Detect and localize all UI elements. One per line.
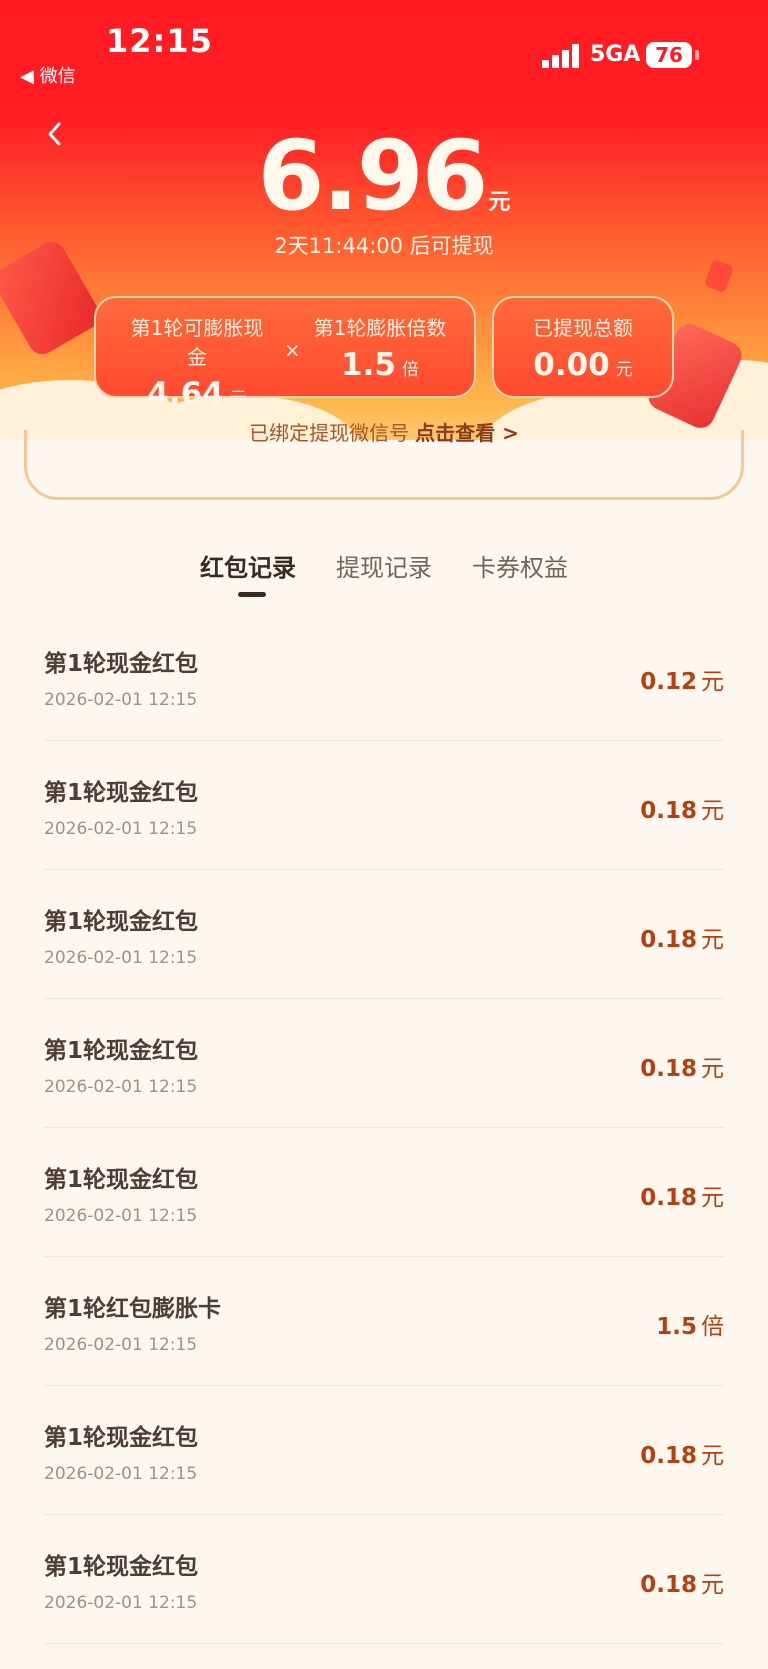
record-date: 2026-02-01 12:15 <box>44 1206 198 1226</box>
record-title: 第1轮红包膨胀卡 <box>44 1296 222 1322</box>
record-amount: 1.5 倍 <box>656 1314 724 1340</box>
expansion-multiplier-label: 第1轮膨胀倍数 <box>313 316 447 340</box>
back-to-app-link[interactable]: ◀ 微信 <box>20 62 76 88</box>
expandable-cash-value: 4.64 元 <box>147 376 247 412</box>
record-date: 2026-02-01 12:15 <box>44 1464 198 1484</box>
record-title: 第1轮现金红包 <box>44 1167 199 1193</box>
record-title: 第1轮现金红包 <box>44 780 199 806</box>
record-amount: 0.18 元 <box>640 1443 724 1469</box>
list-item[interactable]: 第1轮现金红包 2026-02-01 12:15 0.18 元 <box>44 741 724 870</box>
multiply-sign: × <box>284 338 301 362</box>
tab-red-packet-records[interactable]: 红包记录 <box>200 548 296 583</box>
expansion-multiplier-value: 1.5 倍 <box>341 347 419 383</box>
withdrawn-total-value: 0.00 元 <box>533 347 633 383</box>
red-envelope-icon <box>703 259 735 293</box>
battery-tip <box>695 50 699 60</box>
status-bar: 12:15 ◀ 微信 5GA 76 <box>0 0 768 100</box>
bound-wechat-row: 已绑定提现微信号 点击查看 > <box>0 417 768 446</box>
bound-wechat-text: 已绑定提现微信号 <box>249 421 410 445</box>
list-item[interactable]: 第1轮现金红包 2026-02-01 12:15 0.18 元 <box>44 1515 724 1644</box>
withdrawn-total-label: 已提现总额 <box>533 316 633 340</box>
view-wechat-link[interactable]: 点击查看 > <box>415 421 519 445</box>
withdraw-countdown: 2天11:44:00 后可提现 <box>274 234 494 258</box>
record-date: 2026-02-01 12:15 <box>44 1077 198 1097</box>
tab-withdraw-records[interactable]: 提现记录 <box>336 548 432 583</box>
record-date: 2026-02-01 12:15 <box>44 948 198 968</box>
record-tabs: 红包记录 提现记录 卡券权益 <box>0 548 768 598</box>
withdrawn-total: 已提现总额 0.00 元 <box>494 312 672 383</box>
list-item[interactable]: 第1轮现金红包 2026-02-01 12:15 0.12 元 <box>44 612 724 741</box>
active-tab-indicator <box>238 592 266 597</box>
balance-unit: 元 <box>488 190 511 215</box>
expandable-cash: 第1轮可膨胀现金 4.64 元 <box>122 312 272 412</box>
record-amount: 0.18 元 <box>640 1572 724 1598</box>
record-title: 第1轮现金红包 <box>44 651 199 677</box>
record-title: 第1轮现金红包 <box>44 1425 199 1451</box>
signal-bars-icon <box>542 44 582 68</box>
battery-icon: 76 <box>646 42 692 68</box>
tab-coupon-benefits[interactable]: 卡券权益 <box>472 548 568 583</box>
record-amount: 0.18 元 <box>640 1185 724 1211</box>
record-list: 第1轮现金红包 2026-02-01 12:15 0.12 元 第1轮现金红包 2… <box>44 612 724 1644</box>
record-title: 第1轮现金红包 <box>44 909 199 935</box>
record-title: 第1轮现金红包 <box>44 1554 199 1580</box>
expansion-multiplier: 第1轮膨胀倍数 1.5 倍 <box>310 312 450 383</box>
expandable-cash-label: 第1轮可膨胀现金 <box>130 316 264 369</box>
list-item[interactable]: 第1轮现金红包 2026-02-01 12:15 0.18 元 <box>44 870 724 999</box>
balance-value: 6.96 <box>257 120 489 232</box>
record-date: 2026-02-01 12:15 <box>44 819 198 839</box>
record-amount: 0.18 元 <box>640 798 724 824</box>
record-date: 2026-02-01 12:15 <box>44 1335 198 1355</box>
withdrawn-total-card: 已提现总额 0.00 元 <box>492 296 674 398</box>
record-amount: 0.12 元 <box>640 669 724 695</box>
list-item[interactable]: 第1轮红包膨胀卡 2026-02-01 12:15 1.5 倍 <box>44 1257 724 1386</box>
record-date: 2026-02-01 12:15 <box>44 1593 198 1613</box>
record-amount: 0.18 元 <box>640 1056 724 1082</box>
record-date: 2026-02-01 12:15 <box>44 690 198 710</box>
list-item[interactable]: 第1轮现金红包 2026-02-01 12:15 0.18 元 <box>44 999 724 1128</box>
expansion-card: 第1轮可膨胀现金 4.64 元 × 第1轮膨胀倍数 1.5 倍 <box>94 296 476 412</box>
list-item[interactable]: 第1轮现金红包 2026-02-01 12:15 0.18 元 <box>44 1386 724 1515</box>
record-title: 第1轮现金红包 <box>44 1038 199 1064</box>
record-amount: 0.18 元 <box>640 927 724 953</box>
network-type: 5GA <box>590 42 641 67</box>
balance-amount: 6.96元 <box>0 126 768 226</box>
list-item[interactable]: 第1轮现金红包 2026-02-01 12:15 0.18 元 <box>44 1128 724 1257</box>
clock: 12:15 <box>106 22 213 60</box>
